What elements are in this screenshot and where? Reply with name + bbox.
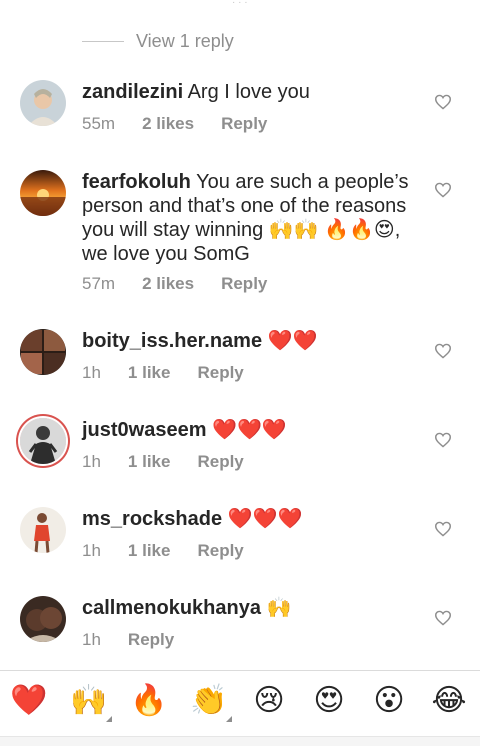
reply-button[interactable]: Reply — [197, 541, 243, 561]
comment-meta: 57m 2 likes Reply — [82, 274, 294, 294]
comment-text: just0waseem ❤️❤️❤️ — [82, 418, 412, 442]
view-replies-button[interactable]: View 1 reply — [82, 30, 234, 52]
raised-hands-emoji-icon: 🙌 — [70, 684, 108, 717]
avatar[interactable] — [20, 170, 66, 216]
comment-time: 1h — [82, 541, 101, 560]
avatar-image — [20, 418, 66, 464]
reply-button[interactable]: Reply — [128, 630, 174, 650]
avatar-image — [20, 596, 66, 642]
avatar-with-story-ring[interactable] — [20, 418, 66, 464]
comment-meta: 1h 1 like Reply — [82, 541, 271, 561]
comment-time: 57m — [82, 274, 116, 293]
comment-body: ❤️❤️ — [267, 330, 318, 352]
clapping-hands-emoji-button[interactable]: 👏 — [190, 682, 232, 722]
avatar-image — [20, 170, 66, 216]
comment-meta: 1h 1 like Reply — [82, 452, 271, 472]
comment-username[interactable]: zandilezini — [82, 81, 183, 103]
avatar-image — [20, 80, 66, 126]
comment-likes[interactable]: 2 likes — [142, 274, 194, 294]
comment-meta: 1h Reply — [82, 630, 201, 650]
avatar[interactable] — [20, 80, 66, 126]
fire-emoji-button[interactable]: 🔥 — [130, 682, 168, 720]
comment-body: Arg I love you — [187, 81, 310, 103]
comment-body: ❤️❤️❤️ — [212, 419, 287, 441]
clapping-hands-emoji-icon: 👏 — [190, 684, 228, 717]
comment-time: 1h — [82, 452, 101, 471]
like-heart-icon[interactable] — [434, 343, 452, 359]
heart-emoji-button[interactable]: ❤️ — [10, 682, 48, 720]
reply-button[interactable]: Reply — [221, 114, 267, 134]
astonished-emoji-icon: 😮 — [373, 684, 405, 717]
crying-emoji-icon: 😢 — [253, 684, 285, 717]
comment-meta: 1h 1 like Reply — [82, 363, 271, 383]
like-heart-icon[interactable] — [434, 432, 452, 448]
comment-text: ms_rockshade ❤️❤️❤️ — [82, 507, 412, 531]
like-heart-icon[interactable] — [434, 182, 452, 198]
comment-likes[interactable]: 1 like — [128, 363, 171, 383]
fire-emoji-icon: 🔥 — [130, 684, 168, 717]
comment-body: ❤️❤️❤️ — [227, 508, 303, 530]
like-heart-icon[interactable] — [434, 610, 452, 626]
reply-button[interactable]: Reply — [221, 274, 267, 294]
skin-tone-indicator-icon — [226, 716, 232, 722]
comment-username[interactable]: fearfokoluh — [82, 171, 191, 193]
tears-of-joy-emoji-button[interactable]: 😂 — [430, 682, 468, 720]
avatar[interactable] — [20, 329, 66, 375]
comment-text: zandilezini Arg I love you — [82, 80, 412, 104]
like-heart-icon[interactable] — [434, 94, 452, 110]
reply-thread-line — [82, 40, 124, 42]
comment-username[interactable]: ms_rockshade — [82, 508, 222, 530]
comment-username[interactable]: callmenokukhanya — [82, 597, 261, 619]
raised-hands-emoji-button[interactable]: 🙌 — [70, 682, 112, 722]
reply-button[interactable]: Reply — [197, 452, 243, 472]
comment-likes[interactable]: 2 likes — [142, 114, 194, 134]
comment-likes[interactable]: 1 like — [128, 541, 171, 561]
comment-text: fearfokoluh You are such a people’s pers… — [82, 170, 412, 266]
comment-text: callmenokukhanya 🙌 — [82, 596, 412, 620]
comment-time: 1h — [82, 363, 101, 382]
astonished-emoji-button[interactable]: 😮 — [370, 682, 408, 720]
comment-time: 1h — [82, 630, 101, 649]
skin-tone-indicator-icon — [106, 716, 112, 722]
crying-emoji-button[interactable]: 😢 — [250, 682, 288, 720]
comment-meta: 55m 2 likes Reply — [82, 114, 294, 134]
heart-eyes-emoji-button[interactable]: 😍 — [310, 682, 348, 720]
comment-body: 🙌 — [266, 597, 292, 619]
comment-time: 55m — [82, 114, 116, 133]
heart-emoji-icon: ❤️ — [10, 684, 48, 717]
comment-username[interactable]: boity_iss.her.name — [82, 330, 262, 352]
heart-eyes-emoji-icon: 😍 — [313, 684, 345, 717]
comment-text: boity_iss.her.name ❤️❤️ — [82, 329, 412, 353]
reply-button[interactable]: Reply — [197, 363, 243, 383]
avatar-image — [20, 507, 66, 553]
view-replies-label: View 1 reply — [136, 30, 234, 51]
comment-likes[interactable]: 1 like — [128, 452, 171, 472]
emoji-quick-bar: ❤️ 🙌 🔥 👏 😢 😍 😮 😂 — [0, 671, 480, 731]
avatar-image — [20, 329, 66, 375]
like-heart-icon[interactable] — [434, 521, 452, 537]
scroll-fragment: · · · — [232, 0, 248, 8]
avatar[interactable] — [20, 507, 66, 553]
avatar[interactable] — [20, 596, 66, 642]
comment-username[interactable]: just0waseem — [82, 419, 207, 441]
tears-of-joy-emoji-icon: 😂 — [431, 684, 467, 717]
